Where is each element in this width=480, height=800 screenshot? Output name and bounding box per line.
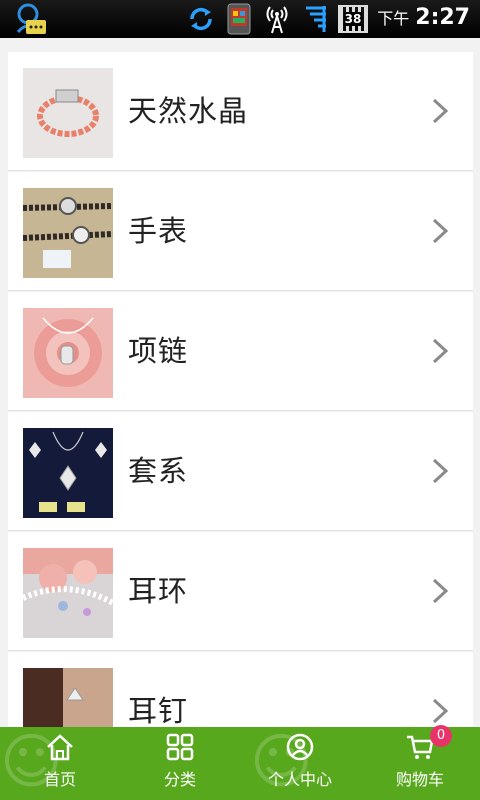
tab-label: 分类: [163, 770, 196, 789]
jewelry-set-thumbnail: [23, 428, 113, 518]
user-icon: [286, 733, 314, 761]
tab-profile[interactable]: 个人中心: [240, 727, 360, 800]
wifi-hotspot-icon: [266, 6, 288, 34]
tab-label: 个人中心: [267, 770, 332, 789]
clock: 2:27: [415, 5, 470, 30]
tab-categories[interactable]: 分类: [120, 727, 240, 800]
earrings-thumbnail: [23, 548, 113, 638]
category-row-crystal[interactable]: 天然水晶: [8, 52, 473, 170]
chevron-right-icon: [432, 458, 449, 484]
notification-chat-icon: [10, 2, 50, 38]
chevron-right-icon: [432, 338, 449, 364]
category-row-set[interactable]: 套系: [8, 412, 473, 530]
tab-cart[interactable]: 购物车: [360, 727, 480, 800]
sync-icon: [190, 7, 212, 31]
chevron-right-icon: [432, 578, 449, 604]
status-icons: 38: [186, 3, 368, 35]
am-pm: 下午: [377, 9, 410, 28]
chevron-right-icon: [432, 98, 449, 124]
tab-label: 首页: [43, 770, 76, 789]
battery-icon: 38: [338, 5, 368, 33]
status-bar: 38 下午 2:27: [0, 0, 480, 38]
category-row-earrings[interactable]: 耳环: [8, 532, 473, 650]
category-label: 天然水晶: [128, 94, 249, 128]
chevron-right-icon: [432, 218, 449, 244]
cart-count-badge: 0: [430, 725, 452, 747]
category-label: 耳环: [128, 574, 189, 608]
category-label: 项链: [128, 334, 189, 368]
category-list: 天然水晶 手表 项链 套系 耳环 耳钉: [8, 52, 473, 772]
bottom-tab-bar: ☺ ☺ 首页 分类 个人中心 购物车: [0, 727, 480, 800]
category-row-watch[interactable]: 手表: [8, 172, 473, 290]
tab-home[interactable]: 首页: [0, 727, 120, 800]
category-label: 手表: [128, 214, 189, 248]
app-notification-icon: [227, 3, 251, 35]
tab-label: 购物车: [395, 770, 444, 789]
category-label: 套系: [128, 454, 189, 488]
grid-icon: [166, 733, 194, 761]
bracelet-thumbnail: [23, 68, 113, 158]
category-row-necklace[interactable]: 项链: [8, 292, 473, 410]
signal-icon: [306, 6, 326, 32]
home-icon: [47, 734, 73, 761]
chevron-right-icon: [432, 698, 449, 724]
necklace-thumbnail: [23, 308, 113, 398]
watch-thumbnail: [23, 188, 113, 278]
battery-level: 38: [343, 12, 363, 26]
